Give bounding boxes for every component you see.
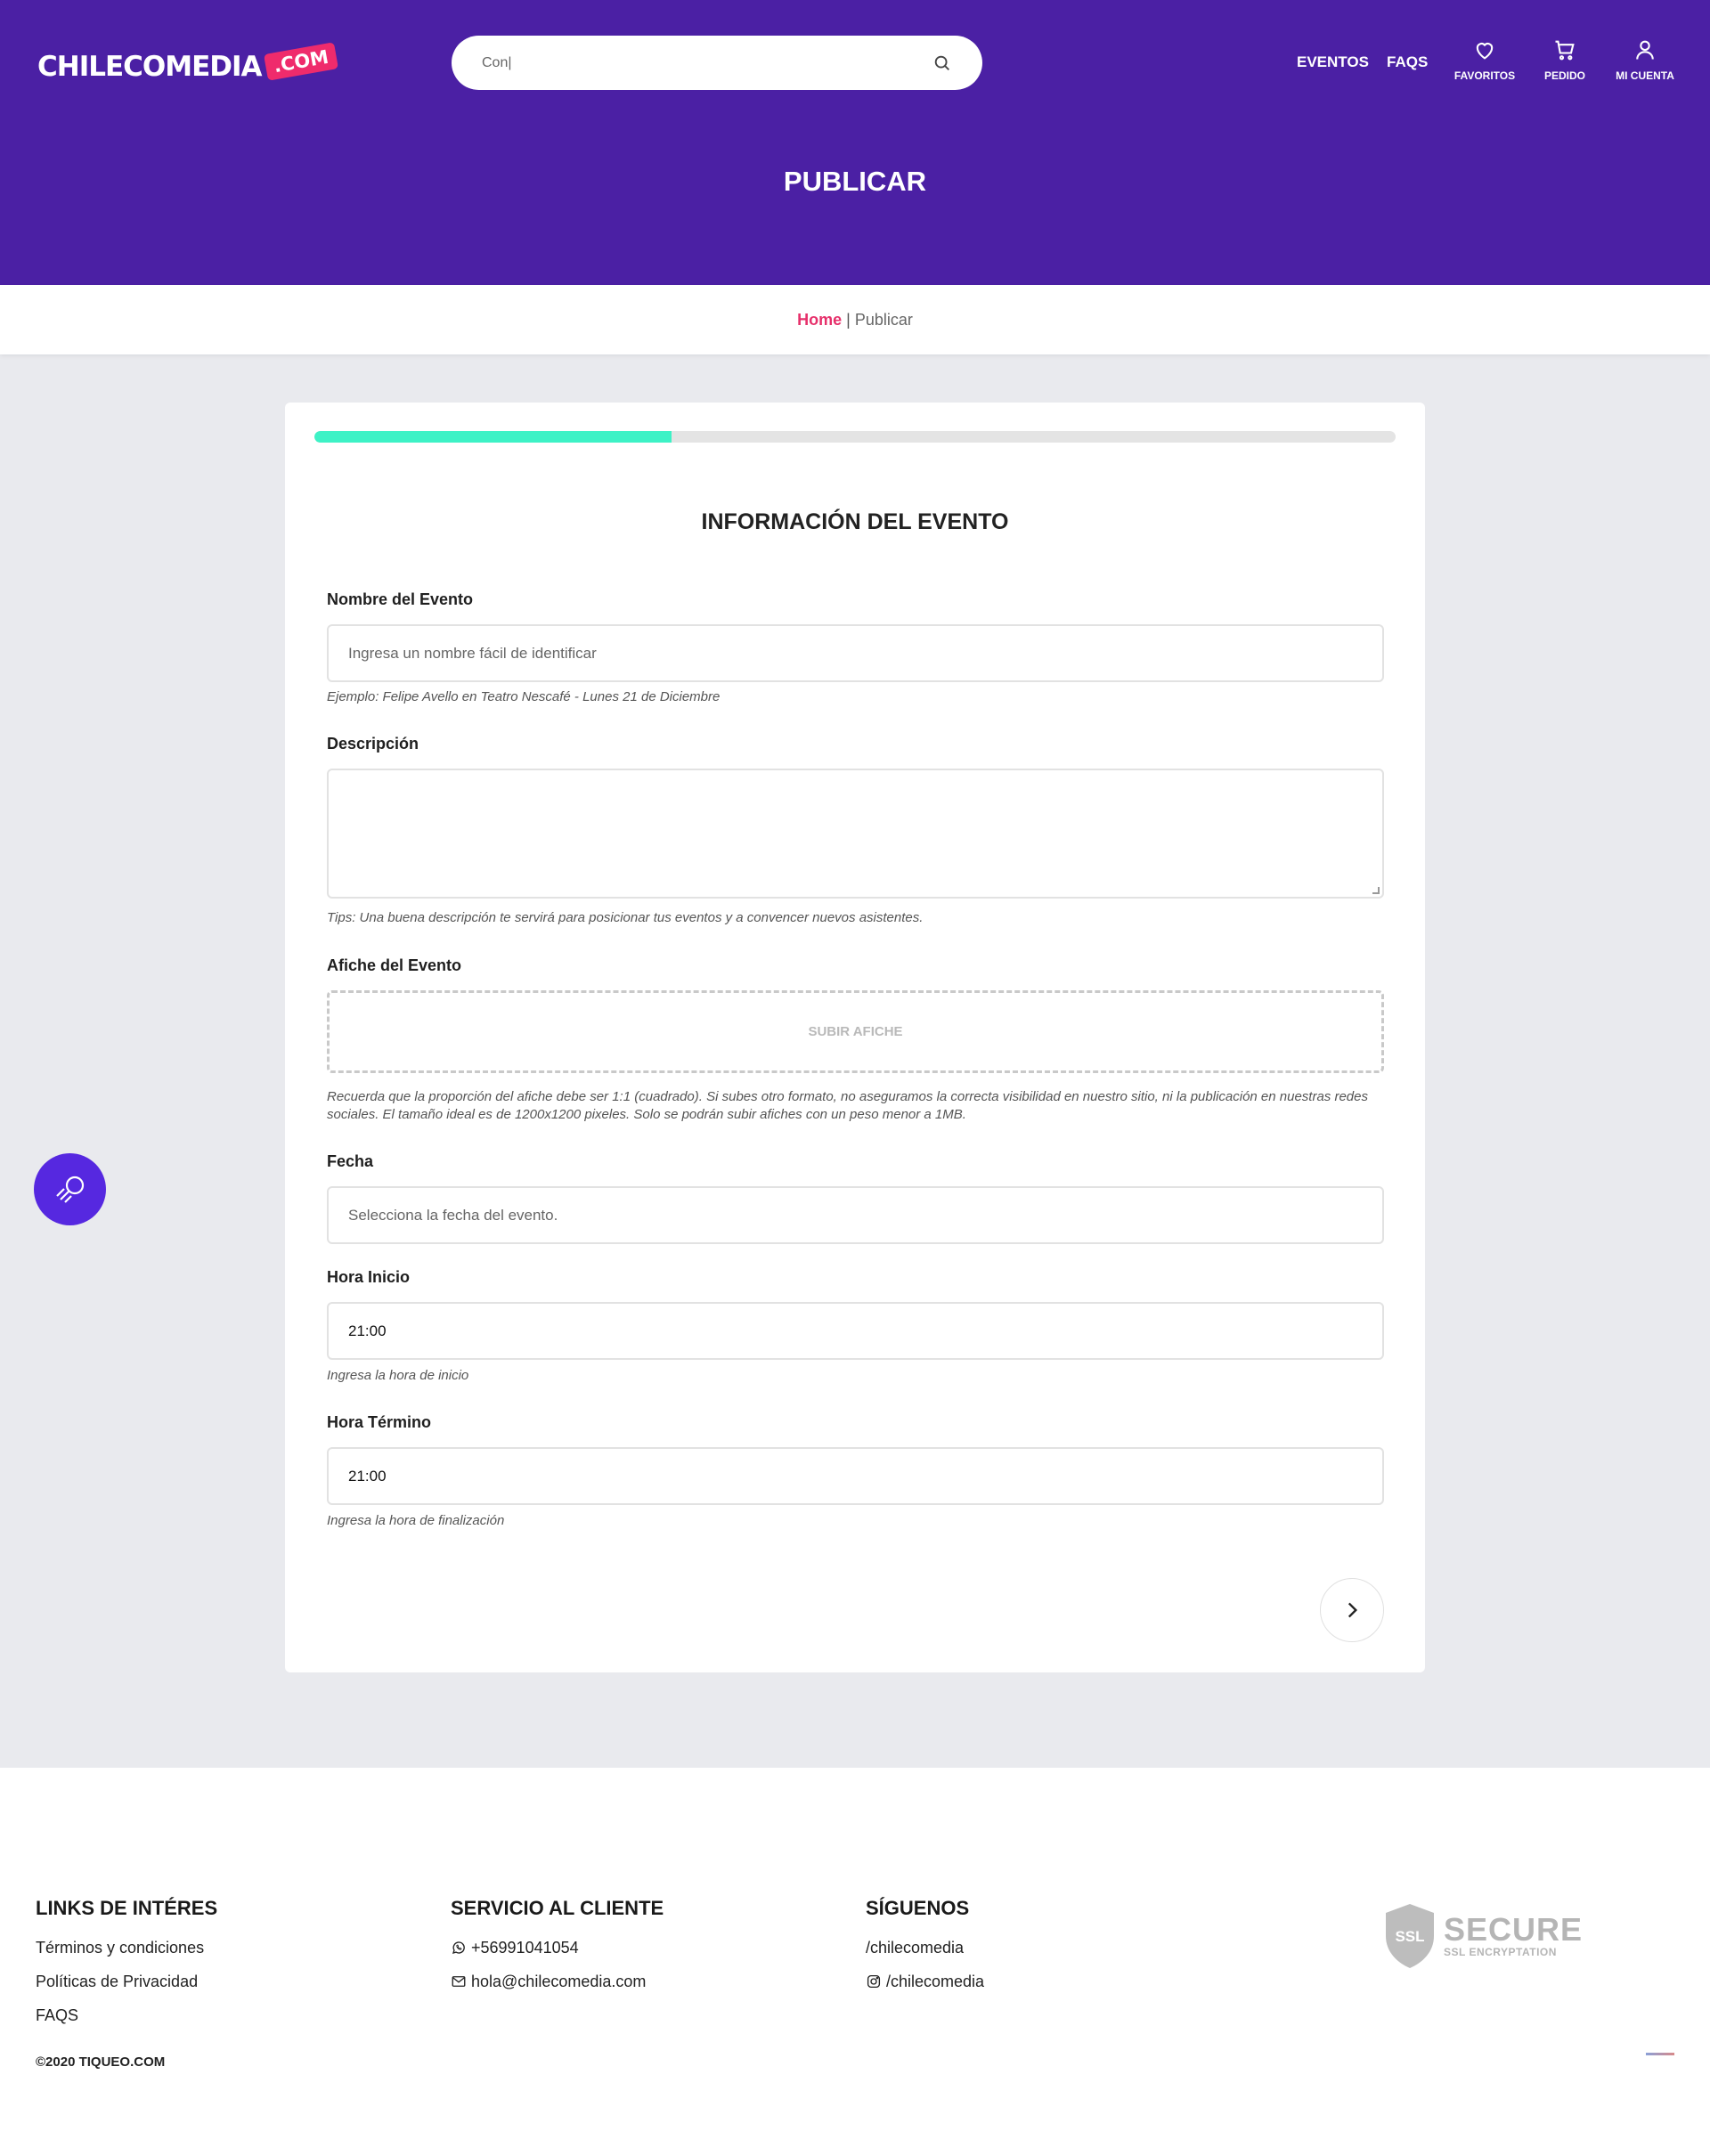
nombre-help: Ejemplo: Felipe Avello en Teatro Nescafé… xyxy=(327,689,721,704)
fecha-input[interactable]: Selecciona la fecha del evento. xyxy=(327,1186,1384,1244)
nav-favoritos-label: FAVORITOS xyxy=(1454,69,1516,82)
footer-service-heading: SERVICIO AL CLIENTE xyxy=(451,1897,664,1919)
nav-faqs[interactable]: FAQS xyxy=(1387,53,1428,71)
nav-pedido-label: PEDIDO xyxy=(1543,69,1585,82)
footer-facebook-link[interactable]: /chilecomedia xyxy=(866,1931,984,1965)
site-logo[interactable]: CHILECOMEDIA .COM xyxy=(37,42,338,89)
footer-phone-link[interactable]: +56991041054 xyxy=(451,1931,664,1965)
page-title: PUBLICAR xyxy=(783,166,927,197)
mail-icon xyxy=(452,1976,466,1987)
instagram-icon xyxy=(867,1974,881,1989)
hora-inicio-label: Hora Inicio xyxy=(327,1268,411,1286)
ssl-text: SECURE SSL ENCRYPTATION xyxy=(1444,1911,1584,1959)
nav-pedido[interactable]: PEDIDO xyxy=(1525,37,1605,82)
heart-icon xyxy=(1476,43,1494,60)
search-assistant-icon xyxy=(55,1176,84,1203)
search-input[interactable]: Con| xyxy=(452,36,982,90)
footer-email: hola@chilecomedia.com xyxy=(471,1972,647,1990)
footer-link-privacidad[interactable]: Políticas de Privacidad xyxy=(36,1965,217,1998)
textarea-resize-handle[interactable] xyxy=(1372,887,1380,894)
hora-inicio-input[interactable]: 21:00 xyxy=(327,1302,1384,1360)
form-progress-fill xyxy=(314,431,672,443)
whatsapp-icon xyxy=(452,1941,465,1955)
ssl-secure-title: SECURE xyxy=(1444,1911,1584,1948)
footer-instagram-link[interactable]: /chilecomedia xyxy=(866,1965,984,1998)
footer-phone: +56991041054 xyxy=(471,1938,579,1957)
breadcrumb-home-link[interactable]: Home xyxy=(797,311,842,330)
hora-termino-value: 21:00 xyxy=(348,1467,387,1485)
section-title: INFORMACIÓN DEL EVENTO xyxy=(701,509,1009,534)
next-step-button[interactable] xyxy=(1320,1578,1384,1642)
subir-afiche-button[interactable]: SUBIR AFICHE xyxy=(327,990,1384,1073)
copyright: ©2020 TIQUEO.COM xyxy=(36,2054,166,2070)
ssl-secure-badge: SSL SECURE SSL ENCRYPTATION xyxy=(1383,1902,1583,1970)
search-input-value[interactable]: Con| xyxy=(482,55,932,71)
descripcion-label: Descripción xyxy=(327,735,419,753)
nav-mi-cuenta-label: MI CUENTA xyxy=(1616,69,1674,82)
ssl-shield-label: SSL xyxy=(1395,1928,1424,1945)
nombre-input[interactable]: Ingresa un nombre fácil de identificar xyxy=(327,624,1384,682)
breadcrumb: Home | Publicar xyxy=(0,285,1710,354)
nav-mi-cuenta[interactable]: MI CUENTA xyxy=(1605,37,1685,82)
hora-inicio-help: Ingresa la hora de inicio xyxy=(327,1368,469,1383)
breadcrumb-separator: | xyxy=(846,310,851,329)
hora-inicio-value: 21:00 xyxy=(348,1322,387,1339)
afiche-label: Afiche del Evento xyxy=(327,956,462,974)
nav-eventos[interactable]: EVENTOS xyxy=(1297,53,1369,71)
descripcion-textarea[interactable] xyxy=(327,769,1384,899)
cart-icon xyxy=(1555,40,1575,61)
footer-link-faqs[interactable]: FAQS xyxy=(36,1998,217,2032)
site-header: CHILECOMEDIA .COM Con| EVENTOS FAQS FAVO… xyxy=(0,0,1710,285)
main-content: INFORMACIÓN DEL EVENTO Nombre del Evento… xyxy=(0,354,1710,1768)
descripcion-help: Tips: Una buena descripción te servirá p… xyxy=(327,910,924,925)
footer-links-heading: LINKS DE INTÉRES xyxy=(36,1897,218,1919)
fecha-label: Fecha xyxy=(327,1152,374,1170)
footer-email-link[interactable]: hola@chilecomedia.com xyxy=(451,1965,664,1998)
footer-links-column: LINKS DE INTÉRES Términos y condiciones … xyxy=(36,1897,217,2032)
footer-social-column: SÍGUENOS /chilecomedia /chilecomedia xyxy=(866,1897,984,1998)
event-form-card: INFORMACIÓN DEL EVENTO Nombre del Evento… xyxy=(285,403,1425,1672)
site-footer: LINKS DE INTÉRES Términos y condiciones … xyxy=(0,1768,1710,2156)
footer-social-heading: SÍGUENOS xyxy=(866,1897,970,1919)
ssl-shield-icon: SSL xyxy=(1386,1904,1434,1968)
footer-link-terminos[interactable]: Términos y condiciones xyxy=(36,1931,217,1965)
fecha-placeholder: Selecciona la fecha del evento. xyxy=(348,1206,558,1224)
form-progress-bar xyxy=(314,431,1396,443)
logo-tag: .COM xyxy=(263,42,338,81)
nombre-label: Nombre del Evento xyxy=(327,590,474,608)
afiche-help: Recuerda que la proporción del afiche de… xyxy=(327,1089,1368,1122)
footer-instagram: /chilecomedia xyxy=(886,1972,985,1990)
hora-termino-input[interactable]: 21:00 xyxy=(327,1447,1384,1505)
footer-service-column: SERVICIO AL CLIENTE +56991041054 hola@ch… xyxy=(451,1897,664,1998)
user-icon xyxy=(1636,40,1654,60)
floating-assistant-button[interactable] xyxy=(34,1153,106,1225)
search-icon[interactable] xyxy=(932,53,952,73)
chevron-right-icon xyxy=(1348,1602,1358,1618)
ssl-encryption-subtitle: SSL ENCRYPTATION xyxy=(1444,1946,1557,1958)
nombre-placeholder: Ingresa un nombre fácil de identificar xyxy=(348,644,597,662)
footer-tiny-mark xyxy=(1646,2053,1674,2055)
hora-termino-help: Ingresa la hora de finalización xyxy=(327,1513,505,1528)
breadcrumb-current: Publicar xyxy=(854,310,913,329)
hora-termino-label: Hora Término xyxy=(327,1413,432,1431)
logo-text: CHILECOMEDIA xyxy=(37,51,263,83)
nav-favoritos[interactable]: FAVORITOS xyxy=(1445,37,1525,82)
